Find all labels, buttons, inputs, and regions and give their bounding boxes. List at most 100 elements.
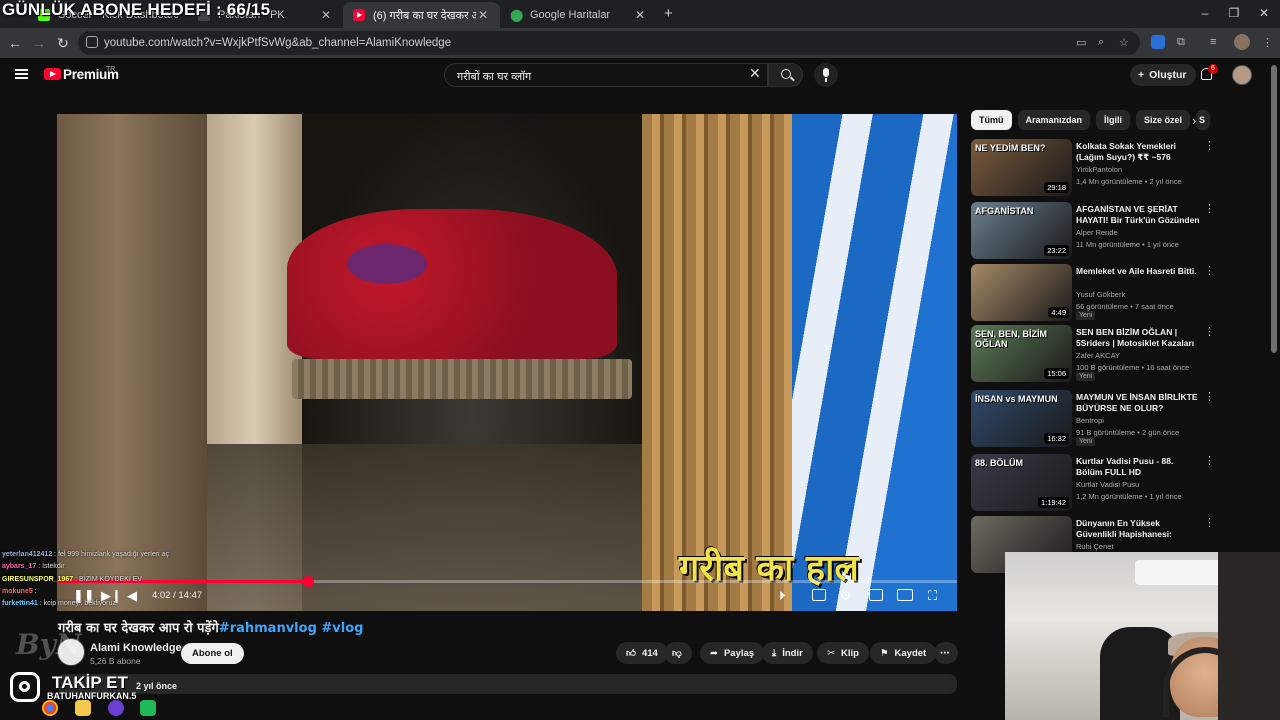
recommendation-title[interactable]: MAYMUN VE İNSAN BİRLİKTE BÜYÜRSE NE OLUR… — [1076, 392, 1200, 414]
youtube-logo-icon[interactable] — [44, 68, 61, 80]
theater-mode-icon[interactable] — [897, 589, 913, 601]
close-window-icon[interactable]: ✕ — [1249, 6, 1279, 20]
new-tab-plus-icon[interactable]: + — [664, 5, 673, 22]
download-button[interactable]: ⤓ İndir — [762, 642, 813, 664]
video-thumbnail[interactable]: NE YEDİM BEN? 29:18 — [971, 139, 1072, 196]
more-vert-icon[interactable]: ⋮ — [1204, 202, 1215, 215]
chip-for-you[interactable]: Size özel — [1136, 110, 1191, 130]
clear-search-icon[interactable]: ✕ — [749, 65, 761, 82]
recommendation-channel[interactable]: Zafer AKCAY — [1076, 351, 1120, 360]
more-vert-icon[interactable]: ⋮ — [1204, 325, 1215, 338]
thumbnail-text: İNSAN vs MAYMUN — [975, 394, 1058, 404]
chip-more[interactable]: S — [1196, 110, 1211, 130]
progress-bar[interactable] — [57, 576, 957, 587]
url-field[interactable]: youtube.com/watch?v=WxjkPtfSvWg&ab_chann… — [78, 31, 1140, 55]
video-thumbnail[interactable]: AFGANİSTAN 23:22 — [971, 202, 1072, 259]
volume-icon[interactable]: ◀ — [127, 588, 137, 604]
chip-related[interactable]: İlgili — [1096, 110, 1131, 130]
reading-list-icon[interactable]: ≡ — [1210, 36, 1216, 48]
cast-icon[interactable]: ▭ — [1076, 36, 1086, 49]
more-vert-icon[interactable]: ⋮ — [1204, 264, 1215, 277]
forward-arrow-icon[interactable]: → — [30, 34, 48, 52]
more-actions-button[interactable]: ⋯ — [934, 642, 958, 664]
bookmark-star-icon[interactable]: ☆ — [1119, 36, 1129, 49]
recommendation-title[interactable]: AFGANİSTAN VE ŞERİAT HAYATI! Bir Türk'ün… — [1076, 204, 1200, 226]
video-thumbnail[interactable]: 4:49 — [971, 264, 1072, 321]
video-player[interactable]: गरीब का हाल ❚❚ ▶❙ ◀ 4:02 / 14:47 ⏵ ⚙ ⛶ — [57, 114, 957, 611]
create-button[interactable]: + Oluştur — [1130, 64, 1197, 86]
fullscreen-icon[interactable]: ⛶ — [928, 588, 937, 604]
tab-close-icon[interactable]: ✕ — [633, 8, 647, 22]
search-button[interactable] — [768, 63, 803, 87]
app-taskbar-icon[interactable] — [108, 700, 124, 716]
recommendation-channel[interactable]: Kurtlar Vadisi Pusu — [1076, 480, 1139, 489]
recommendation-meta: 11 Mn görüntüleme • 1 yıl önce — [1076, 240, 1179, 249]
browser-profile-avatar[interactable] — [1234, 34, 1250, 50]
recommendation-item[interactable]: SEN, BEN, BİZİM OĞLAN 15:06 SEN BEN BİZİM … — [970, 325, 1220, 383]
more-vert-icon[interactable]: ⋮ — [1204, 139, 1215, 152]
tab-google-maps[interactable]: ⬤ Google Haritalar ✕ — [500, 2, 657, 28]
chrome-taskbar-icon[interactable] — [42, 700, 58, 716]
voice-search-mic-icon[interactable] — [814, 63, 838, 87]
like-button[interactable]: 👍︎ 414 — [616, 642, 668, 664]
tab-close-icon[interactable]: ✕ — [319, 8, 333, 22]
recommendation-channel[interactable]: YirtikPantolon — [1076, 165, 1122, 174]
chip-all[interactable]: Tümü — [971, 110, 1012, 130]
chat-text: kcip money.. bekliyoruz — [43, 600, 116, 607]
page-scrollbar[interactable] — [1271, 65, 1277, 353]
site-info-icon[interactable] — [86, 36, 98, 48]
clip-button[interactable]: ✂ Klip — [817, 642, 869, 664]
app-taskbar-icon[interactable] — [140, 700, 156, 716]
autoplay-toggle-icon[interactable]: ⏵ — [779, 588, 786, 604]
recommendation-title[interactable]: Memleket ve Aile Hasreti Bitti. — [1076, 266, 1200, 277]
dislike-button[interactable]: 👎︎ — [664, 642, 692, 664]
more-vert-icon[interactable]: ⋮ — [1204, 390, 1215, 403]
extension-icon[interactable] — [1151, 35, 1165, 49]
recommendation-channel[interactable]: Alper Rende — [1076, 228, 1118, 237]
zoom-icon[interactable]: ⌕ — [1098, 36, 1104, 49]
more-vert-icon[interactable]: ⋮ — [1204, 454, 1215, 467]
more-vert-icon[interactable]: ⋮ — [1204, 516, 1215, 529]
extensions-puzzle-icon[interactable]: ⧉ — [1177, 36, 1185, 49]
recommendation-item[interactable]: NE YEDİM BEN? 29:18 Kolkata Sokak Yemekler… — [970, 139, 1220, 197]
chevron-right-icon[interactable]: › — [1192, 113, 1196, 128]
recommendation-item[interactable]: İNSAN vs MAYMUN 16:32 MAYMUN VE İNSAN BİRL… — [970, 390, 1220, 448]
reload-icon[interactable]: ↻ — [54, 34, 72, 52]
account-avatar[interactable] — [1232, 65, 1252, 85]
file-explorer-taskbar-icon[interactable] — [75, 700, 91, 716]
recommendation-channel[interactable]: Bentropi — [1076, 416, 1104, 425]
recommendation-title[interactable]: Kolkata Sokak Yemekleri (Lağım Suyu?) ₹₹… — [1076, 141, 1200, 163]
channel-name[interactable]: Alami Knowledge — [90, 642, 182, 654]
minimize-icon[interactable]: – — [1190, 6, 1220, 20]
subscribe-button[interactable]: Abone ol — [181, 643, 244, 664]
search-input[interactable]: गरीबों का घर व्लॉग — [444, 63, 768, 87]
description-box[interactable] — [57, 674, 957, 694]
video-thumbnail[interactable]: İNSAN vs MAYMUN 16:32 — [971, 390, 1072, 447]
recommendation-title[interactable]: Dünyanın En Yüksek Güvenlikli Hapishanes… — [1076, 518, 1200, 540]
chip-from-search[interactable]: Aramanızdan — [1017, 110, 1091, 130]
video-thumbnail[interactable]: SEN, BEN, BİZİM OĞLAN 15:06 — [971, 325, 1072, 382]
settings-gear-icon[interactable]: ⚙ — [840, 588, 852, 604]
video-thumbnail[interactable]: 88. BÖLÜM 1:19:42 — [971, 454, 1072, 511]
browser-menu-icon[interactable]: ⋮ — [1262, 36, 1273, 49]
recommendation-item[interactable]: AFGANİSTAN 23:22 AFGANİSTAN VE ŞERİAT HAYA… — [970, 202, 1220, 260]
recommendation-title[interactable]: SEN BEN BİZİM OĞLAN | 5Sriders | Motosik… — [1076, 327, 1200, 349]
restore-icon[interactable]: ❐ — [1219, 6, 1249, 20]
recommendation-item[interactable]: 4:49 Memleket ve Aile Hasreti Bitti. Yusuf… — [970, 264, 1220, 322]
recommendation-channel[interactable]: Ruhi Çenet — [1076, 542, 1114, 551]
subtitles-icon[interactable] — [812, 589, 826, 601]
miniplayer-icon[interactable] — [869, 589, 883, 601]
stream-watermark: ByN — [16, 628, 82, 661]
duration-badge: 23:22 — [1044, 245, 1069, 256]
recommendation-title[interactable]: Kurtlar Vadisi Pusu - 88. Bölüm FULL HD — [1076, 456, 1200, 478]
video-hashtags[interactable]: #rahmanvlog #vlog — [219, 621, 364, 636]
back-arrow-icon[interactable]: ← — [6, 34, 24, 52]
share-button[interactable]: ➦ Paylaş — [700, 642, 765, 664]
recommendation-item[interactable]: 88. BÖLÜM 1:19:42 Kurtlar Vadisi Pusu - 88… — [970, 454, 1220, 512]
thumbs-up-icon: 👍︎ — [626, 648, 636, 659]
save-button[interactable]: ⚑ Kaydet — [870, 642, 937, 664]
tab-youtube-video[interactable]: (6) गरीब का घर देखकर आप रो पड़ेंगे ✕ — [343, 2, 500, 28]
tab-close-icon[interactable]: ✕ — [476, 8, 490, 22]
recommendation-channel[interactable]: Yusuf Gökberk — [1076, 290, 1125, 299]
hamburger-menu-icon[interactable] — [15, 69, 28, 79]
